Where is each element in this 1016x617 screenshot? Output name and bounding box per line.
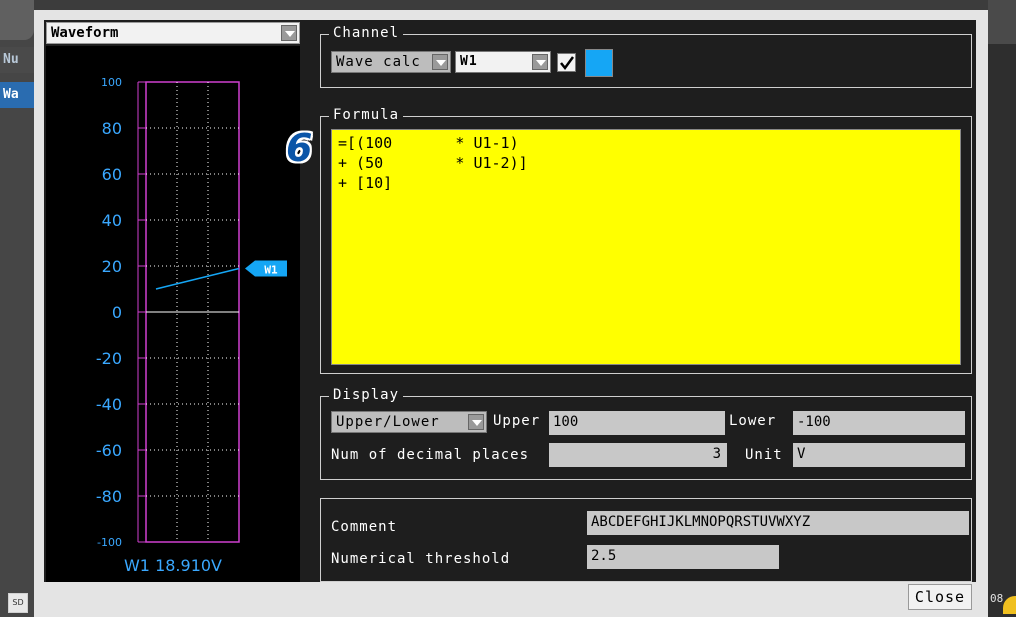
y-tick-label: 100 bbox=[101, 76, 122, 89]
calculation-settings-dialog: Waveform 100 80 60 40 20 0 -20 -40 -60 -80 -100 W1 … bbox=[34, 10, 988, 617]
chevron-down-icon[interactable] bbox=[432, 54, 448, 70]
decimal-places-field[interactable]: 3 bbox=[549, 443, 727, 467]
formula-line: =[(100 * U1-1) bbox=[338, 134, 519, 152]
comment-group: Comment ABCDEFGHIJKLMNOPQRSTUVWXYZ Numer… bbox=[320, 498, 972, 582]
formula-editor[interactable]: =[(100 * U1-1) + (50 * U1-2)] + [10] bbox=[331, 129, 961, 365]
sidebar-tab-numerical[interactable]: Nu bbox=[0, 47, 34, 73]
decimal-places-label: Num of decimal places bbox=[331, 447, 530, 463]
y-tick-label: 40 bbox=[102, 211, 122, 230]
chevron-down-icon[interactable] bbox=[468, 414, 484, 430]
display-group: Display Upper/Lower Upper 100 Lower -100… bbox=[320, 387, 972, 480]
y-tick-label: -40 bbox=[96, 395, 122, 414]
status-number: 08 bbox=[990, 592, 1004, 605]
upper-field[interactable]: 100 bbox=[549, 411, 725, 435]
numerical-threshold-label: Numerical threshold bbox=[331, 551, 511, 567]
waveform-view-select-value: Waveform bbox=[51, 25, 119, 41]
lower-label: Lower bbox=[729, 413, 777, 429]
series-line bbox=[155, 267, 240, 290]
channel-type-select[interactable]: Wave calc bbox=[331, 51, 451, 73]
channel-type-value: Wave calc bbox=[336, 54, 421, 70]
comment-label: Comment bbox=[331, 519, 398, 535]
y-tick-label: 0 bbox=[112, 303, 122, 322]
numerical-threshold-field[interactable]: 2.5 bbox=[587, 545, 779, 569]
y-tick-label: 20 bbox=[102, 257, 122, 276]
waveform-chart-svg: 100 80 60 40 20 0 -20 -40 -60 -80 -100 W1 bbox=[96, 76, 287, 549]
right-sidebar-header bbox=[988, 0, 1016, 44]
chevron-down-icon[interactable] bbox=[281, 25, 297, 41]
channel-color-swatch[interactable] bbox=[585, 49, 613, 77]
formula-group-title: Formula bbox=[329, 107, 404, 123]
unit-label: Unit bbox=[745, 447, 783, 463]
y-tick-label: -20 bbox=[96, 349, 122, 368]
channel-marker-label: W1 bbox=[264, 264, 278, 277]
channel-enable-checkbox[interactable] bbox=[557, 53, 576, 72]
dialog-content: Waveform 100 80 60 40 20 0 -20 -40 -60 -80 -100 W1 … bbox=[44, 20, 976, 582]
check-icon bbox=[560, 56, 575, 71]
y-tick-label: 80 bbox=[102, 119, 122, 138]
y-tick-label: -80 bbox=[96, 487, 122, 506]
right-sidebar bbox=[988, 0, 1016, 617]
unit-field[interactable]: V bbox=[793, 443, 965, 467]
channel-number-select[interactable]: W1 bbox=[455, 51, 551, 73]
waveform-view-select[interactable]: Waveform bbox=[46, 22, 300, 44]
display-group-title: Display bbox=[329, 387, 404, 403]
waveform-readout: W1 18.910V bbox=[123, 556, 222, 575]
formula-line: + [10] bbox=[338, 174, 393, 192]
waveform-chart: 100 80 60 40 20 0 -20 -40 -60 -80 -100 W1 W1 18.910… bbox=[46, 46, 300, 582]
close-button[interactable]: Close bbox=[908, 584, 972, 610]
lower-field[interactable]: -100 bbox=[793, 411, 965, 435]
display-mode-select[interactable]: Upper/Lower bbox=[331, 411, 487, 433]
sd-card-icon: SD bbox=[8, 593, 28, 613]
y-tick-label: -60 bbox=[96, 441, 122, 460]
step-number-badge: 6 bbox=[286, 126, 313, 170]
chevron-down-icon[interactable] bbox=[532, 54, 548, 70]
display-mode-value: Upper/Lower bbox=[336, 414, 440, 430]
sidebar-header bbox=[0, 0, 34, 40]
formula-group: Formula =[(100 * U1-1) + (50 * U1-2)] + … bbox=[320, 107, 972, 374]
channel-group: Channel Wave calc W1 bbox=[320, 25, 972, 88]
sidebar-tab-waveform[interactable]: Wa bbox=[0, 82, 34, 108]
y-tick-label: -100 bbox=[97, 536, 122, 549]
formula-line: + (50 * U1-2)] bbox=[338, 154, 528, 172]
y-tick-label: 60 bbox=[102, 165, 122, 184]
upper-label: Upper bbox=[493, 413, 541, 429]
comment-field[interactable]: ABCDEFGHIJKLMNOPQRSTUVWXYZ bbox=[587, 511, 969, 535]
channel-number-value: W1 bbox=[460, 54, 478, 69]
channel-group-title: Channel bbox=[329, 25, 404, 41]
